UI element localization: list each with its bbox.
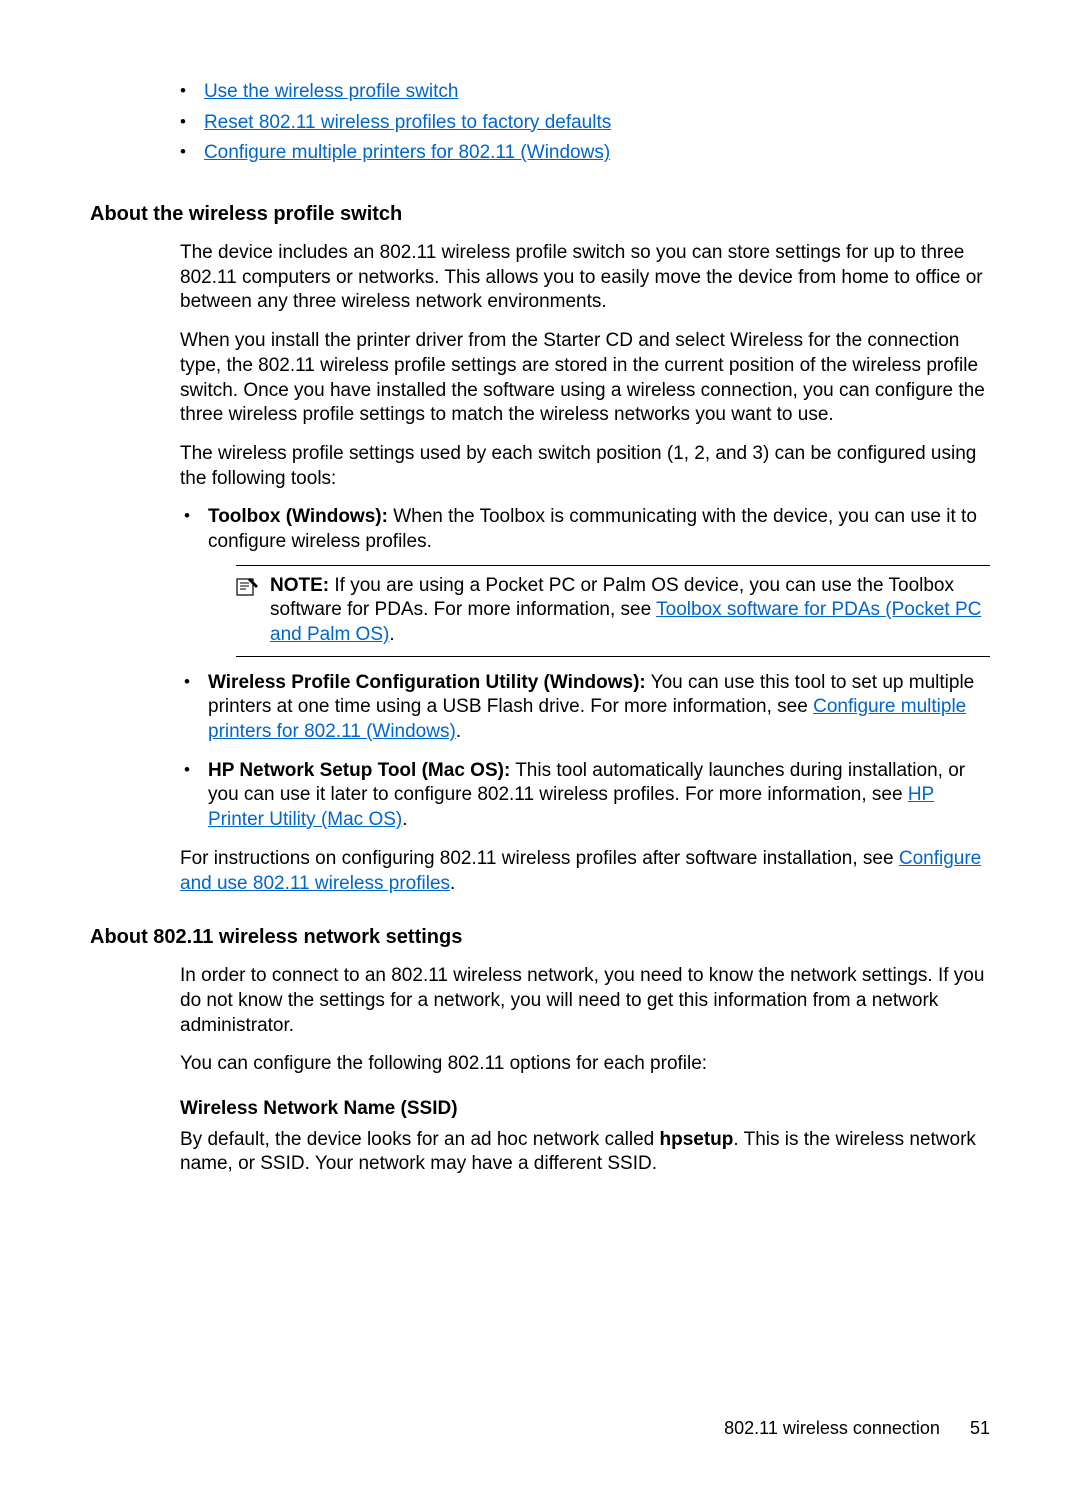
paragraph: By default, the device looks for an ad h… (180, 1128, 990, 1177)
paragraph: The wireless profile settings used by ea… (180, 442, 990, 491)
link-item: • Use the wireless profile switch (180, 80, 990, 105)
note-box: NOTE: If you are using a Pocket PC or Pa… (236, 565, 990, 657)
section1-body: The device includes an 802.11 wireless p… (180, 241, 990, 896)
item-label: HP Network Setup Tool (Mac OS): (208, 760, 510, 781)
ssid-default-name: hpsetup (660, 1129, 734, 1150)
list-item-hp-network-setup: HP Network Setup Tool (Mac OS): This too… (180, 759, 990, 833)
paragraph: When you install the printer driver from… (180, 329, 990, 428)
note-end: . (389, 624, 394, 645)
link-item: • Configure multiple printers for 802.11… (180, 141, 990, 166)
note-text: NOTE: If you are using a Pocket PC or Pa… (270, 574, 990, 648)
footer-label: 802.11 wireless connection (724, 1418, 940, 1438)
bullet-icon: • (180, 80, 186, 102)
page-footer: 802.11 wireless connection 51 (724, 1417, 990, 1440)
page-number: 51 (970, 1418, 990, 1438)
note-icon (236, 576, 260, 596)
bullet-icon: • (180, 111, 186, 133)
item-text-end: . (456, 721, 461, 742)
link-use-wireless-profile-switch[interactable]: Use the wireless profile switch (204, 80, 458, 105)
paragraph: For instructions on configuring 802.11 w… (180, 847, 990, 896)
item-text-end: . (402, 809, 407, 830)
paragraph: In order to connect to an 802.11 wireles… (180, 964, 990, 1038)
paragraph: You can configure the following 802.11 o… (180, 1052, 990, 1077)
list-item-wireless-profile-config: Wireless Profile Configuration Utility (… (180, 671, 990, 745)
top-links-list: • Use the wireless profile switch • Rese… (180, 80, 990, 166)
list-item-toolbox: Toolbox (Windows): When the Toolbox is c… (180, 505, 990, 656)
tool-list: Toolbox (Windows): When the Toolbox is c… (180, 505, 990, 833)
text-end: . (450, 873, 455, 894)
note-label: NOTE: (270, 575, 329, 596)
item-label: Wireless Profile Configuration Utility (… (208, 672, 646, 693)
sub-heading-ssid: Wireless Network Name (SSID) (180, 1097, 990, 1122)
heading-about-network-settings: About 802.11 wireless network settings (90, 924, 990, 950)
bullet-icon: • (180, 141, 186, 163)
link-reset-wireless-profiles[interactable]: Reset 802.11 wireless profiles to factor… (204, 111, 611, 136)
item-label: Toolbox (Windows): (208, 506, 388, 527)
link-configure-multiple-printers[interactable]: Configure multiple printers for 802.11 (… (204, 141, 610, 166)
link-item: • Reset 802.11 wireless profiles to fact… (180, 111, 990, 136)
section2-body: In order to connect to an 802.11 wireles… (180, 964, 990, 1177)
text: By default, the device looks for an ad h… (180, 1129, 660, 1150)
heading-about-wireless-profile-switch: About the wireless profile switch (90, 201, 990, 227)
text: For instructions on configuring 802.11 w… (180, 848, 899, 869)
paragraph: The device includes an 802.11 wireless p… (180, 241, 990, 315)
